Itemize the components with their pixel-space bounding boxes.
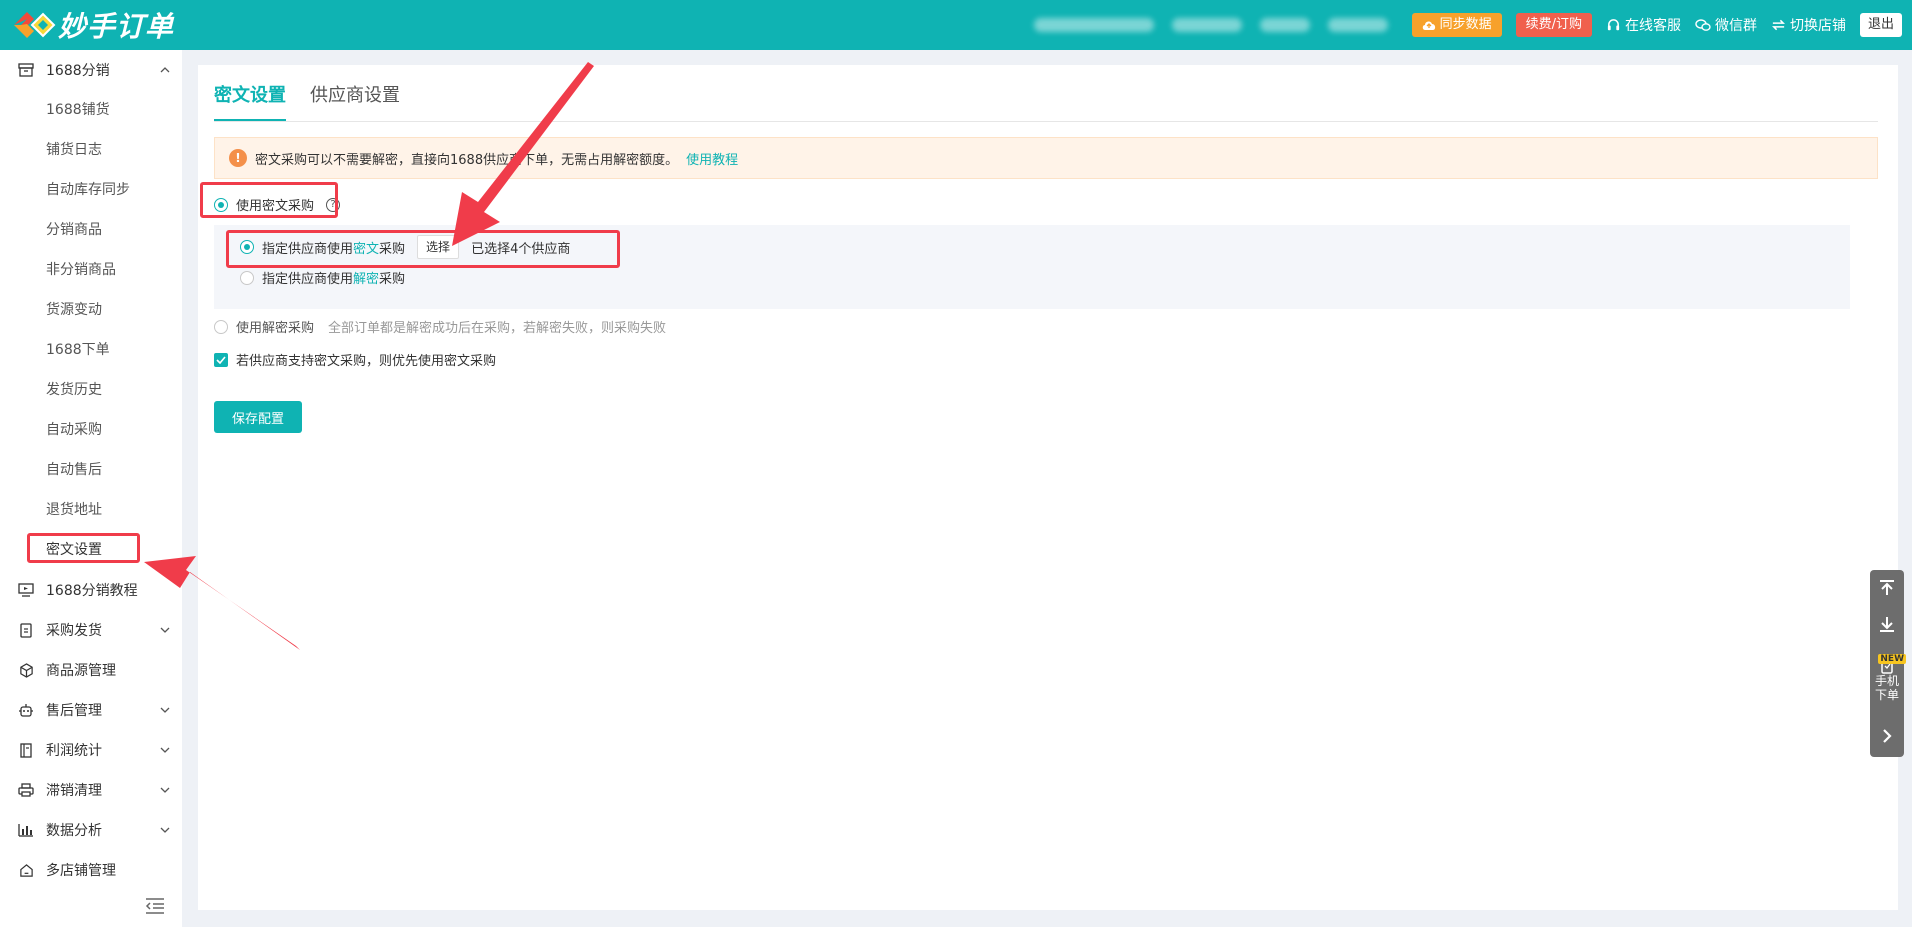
- monitor-icon: [18, 582, 34, 598]
- radio-decrypt-purchase[interactable]: [214, 319, 228, 334]
- switch-icon: [1771, 19, 1785, 31]
- to-top-icon: [1880, 580, 1894, 595]
- prefer-cipher-checkbox[interactable]: [214, 352, 228, 367]
- scroll-bottom-button[interactable]: [1870, 606, 1904, 642]
- tab-cipher-settings[interactable]: 密文设置: [214, 64, 286, 121]
- ledger-icon: [18, 742, 34, 758]
- check-icon: [216, 355, 226, 364]
- chevron-up-icon: [160, 63, 170, 77]
- app-name: 妙手订单: [58, 10, 175, 43]
- sidebar-item-auto-stock-sync[interactable]: 自动库存同步: [0, 170, 182, 210]
- sidebar-item-non-distribution-goods[interactable]: 非分销商品: [0, 250, 182, 290]
- sidebar-item-shipping-history[interactable]: 发货历史: [0, 370, 182, 410]
- sidebar-item-auto-purchase[interactable]: 自动采购: [0, 410, 182, 450]
- save-config-button[interactable]: 保存配置: [214, 401, 302, 433]
- selected-supplier-count: 已选择4个供应商: [471, 241, 571, 257]
- main-panel: 密文设置 供应商设置 ! 密文采购可以不需要解密，直接向1688供应商下单，无需…: [198, 65, 1898, 910]
- new-badge: NEW: [1878, 654, 1906, 664]
- logo-icon: [14, 12, 56, 38]
- menu-group-aftersale[interactable]: 售后管理: [0, 690, 182, 730]
- radio-supplier-decrypt[interactable]: [240, 270, 254, 285]
- supplier-decrypt-label: 指定供应商使用解密采购: [262, 272, 406, 287]
- scroll-top-button[interactable]: [1870, 570, 1904, 606]
- help-icon[interactable]: ?: [326, 197, 341, 212]
- sidebar-item-return-address[interactable]: 退货地址: [0, 490, 182, 530]
- menu-group-product-source[interactable]: 商品源管理: [0, 650, 182, 690]
- bar-chart-icon: [18, 822, 34, 838]
- to-bottom-icon: [1880, 617, 1894, 632]
- switch-shop-link[interactable]: 切换店铺: [1771, 15, 1846, 35]
- top-header: 妙手订单 同步数据 续费/订购 在线客服 微信群 切换店铺 退出: [0, 0, 1912, 50]
- tutorial-link[interactable]: 使用教程: [686, 149, 738, 168]
- chevron-down-icon: [160, 623, 170, 637]
- prefer-cipher-checkbox-row[interactable]: 若供应商支持密文采购，则优先使用密文采购: [214, 350, 496, 369]
- radio-cipher-purchase[interactable]: [214, 197, 228, 212]
- wechat-icon: [1695, 19, 1711, 31]
- chevron-down-icon: [160, 823, 170, 837]
- sidebar-item-1688-order[interactable]: 1688下单: [0, 330, 182, 370]
- robot-icon: [18, 702, 34, 718]
- sidebar-item-cipher-settings[interactable]: 密文设置: [0, 530, 182, 570]
- collapse-sidebar-icon[interactable]: [144, 897, 166, 915]
- menu-group-1688[interactable]: 1688分销: [0, 50, 182, 90]
- alert-text: 密文采购可以不需要解密，直接向1688供应商下单，无需占用解密额度。: [255, 152, 679, 168]
- expand-toolbar-button[interactable]: [1870, 718, 1904, 754]
- app-logo[interactable]: 妙手订单: [10, 5, 174, 45]
- document-icon: [18, 622, 34, 638]
- printer-icon: [18, 782, 34, 798]
- online-support-link[interactable]: 在线客服: [1606, 15, 1681, 35]
- archive-icon: [18, 62, 34, 78]
- tab-supplier-settings[interactable]: 供应商设置: [310, 64, 400, 121]
- decrypt-note: 全部订单都是解密成功后在采购，若解密失败，则采购失败: [328, 321, 667, 336]
- sidebar-item-source-change[interactable]: 货源变动: [0, 290, 182, 330]
- chevron-down-icon: [160, 783, 170, 797]
- option-decrypt-purchase[interactable]: 使用解密采购 全部订单都是解密成功后在采购，若解密失败，则采购失败: [214, 317, 666, 336]
- menu-group-purchase-shipping[interactable]: 采购发货: [0, 610, 182, 650]
- menu-group-profit-stats[interactable]: 利润统计: [0, 730, 182, 770]
- option-cipher-purchase[interactable]: 使用密文采购 ?: [214, 195, 341, 214]
- cloud-upload-icon: [1422, 21, 1435, 30]
- menu-group-tutorial[interactable]: 1688分销教程: [0, 570, 182, 610]
- sidebar-item-distribution-goods[interactable]: 分销商品: [0, 210, 182, 250]
- sidebar: 1688分销 1688铺货 铺货日志 自动库存同步 分销商品 非分销商品 货源变…: [0, 50, 182, 927]
- sync-data-button[interactable]: 同步数据: [1411, 13, 1502, 37]
- chevron-down-icon: [160, 703, 170, 717]
- chevron-down-icon: [160, 743, 170, 757]
- info-alert: ! 密文采购可以不需要解密，直接向1688供应商下单，无需占用解密额度。 使用教…: [214, 137, 1878, 179]
- select-supplier-button[interactable]: 选择: [417, 235, 460, 259]
- cube-icon: [18, 662, 34, 678]
- sidebar-item-1688-listing[interactable]: 1688铺货: [0, 90, 182, 130]
- menu-group-data-analysis[interactable]: 数据分析: [0, 810, 182, 850]
- menu-group-multi-shop[interactable]: 多店铺管理: [0, 850, 182, 890]
- radio-supplier-cipher[interactable]: [240, 240, 254, 254]
- floating-toolbar: 手机 下单 NEW: [1870, 570, 1906, 757]
- renew-button[interactable]: 续费/订购: [1515, 13, 1592, 37]
- menu-group-slow-moving[interactable]: 滞销清理: [0, 770, 182, 810]
- home-icon: [18, 862, 34, 878]
- option-supplier-decrypt[interactable]: 指定供应商使用解密采购: [240, 268, 405, 287]
- chevron-right-icon: [1883, 729, 1892, 743]
- sidebar-item-auto-aftersale[interactable]: 自动售后: [0, 450, 182, 490]
- option-supplier-cipher[interactable]: 指定供应商使用密文采购 选择 已选择4个供应商: [240, 235, 570, 259]
- headset-icon: [1607, 18, 1620, 30]
- wechat-group-link[interactable]: 微信群: [1695, 15, 1757, 35]
- warning-icon: !: [229, 149, 247, 167]
- tab-bar: 密文设置 供应商设置: [214, 65, 1878, 122]
- user-info-blurred: [1033, 18, 1388, 32]
- logout-button[interactable]: 退出: [1859, 13, 1902, 37]
- supplier-cipher-label: 指定供应商使用密文采购: [262, 241, 406, 257]
- sidebar-item-listing-log[interactable]: 铺货日志: [0, 130, 182, 170]
